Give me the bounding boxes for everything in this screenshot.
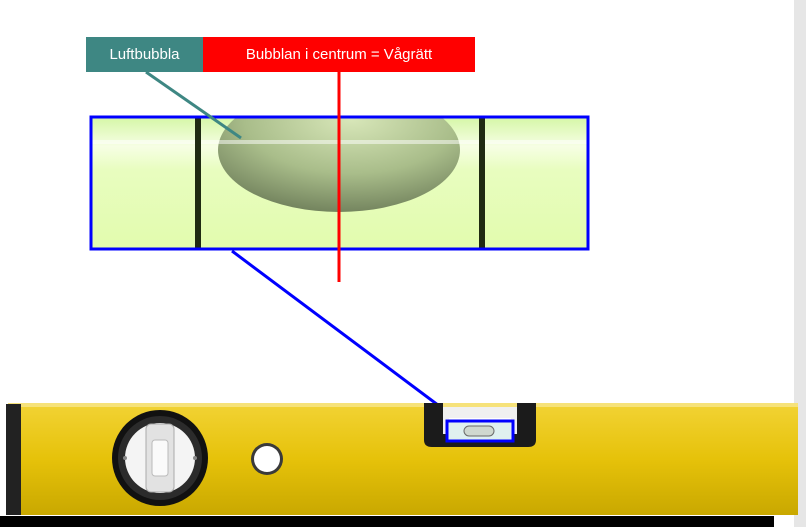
vial-mark-right	[479, 118, 485, 248]
bottom-bar	[0, 516, 774, 527]
air-bubble-label: Luftbubbla	[86, 37, 203, 72]
hanging-hole-icon	[251, 443, 283, 475]
bubble-vial-icon	[424, 403, 536, 447]
spirit-level-diagram	[6, 70, 798, 515]
vial-mark-left	[195, 118, 201, 248]
spirit-level	[6, 403, 798, 515]
zoom-connector-line	[231, 249, 463, 425]
rotating-vial-icon	[112, 410, 208, 506]
center-horizontal-label: Bubblan i centrum = Vågrätt	[203, 37, 475, 72]
